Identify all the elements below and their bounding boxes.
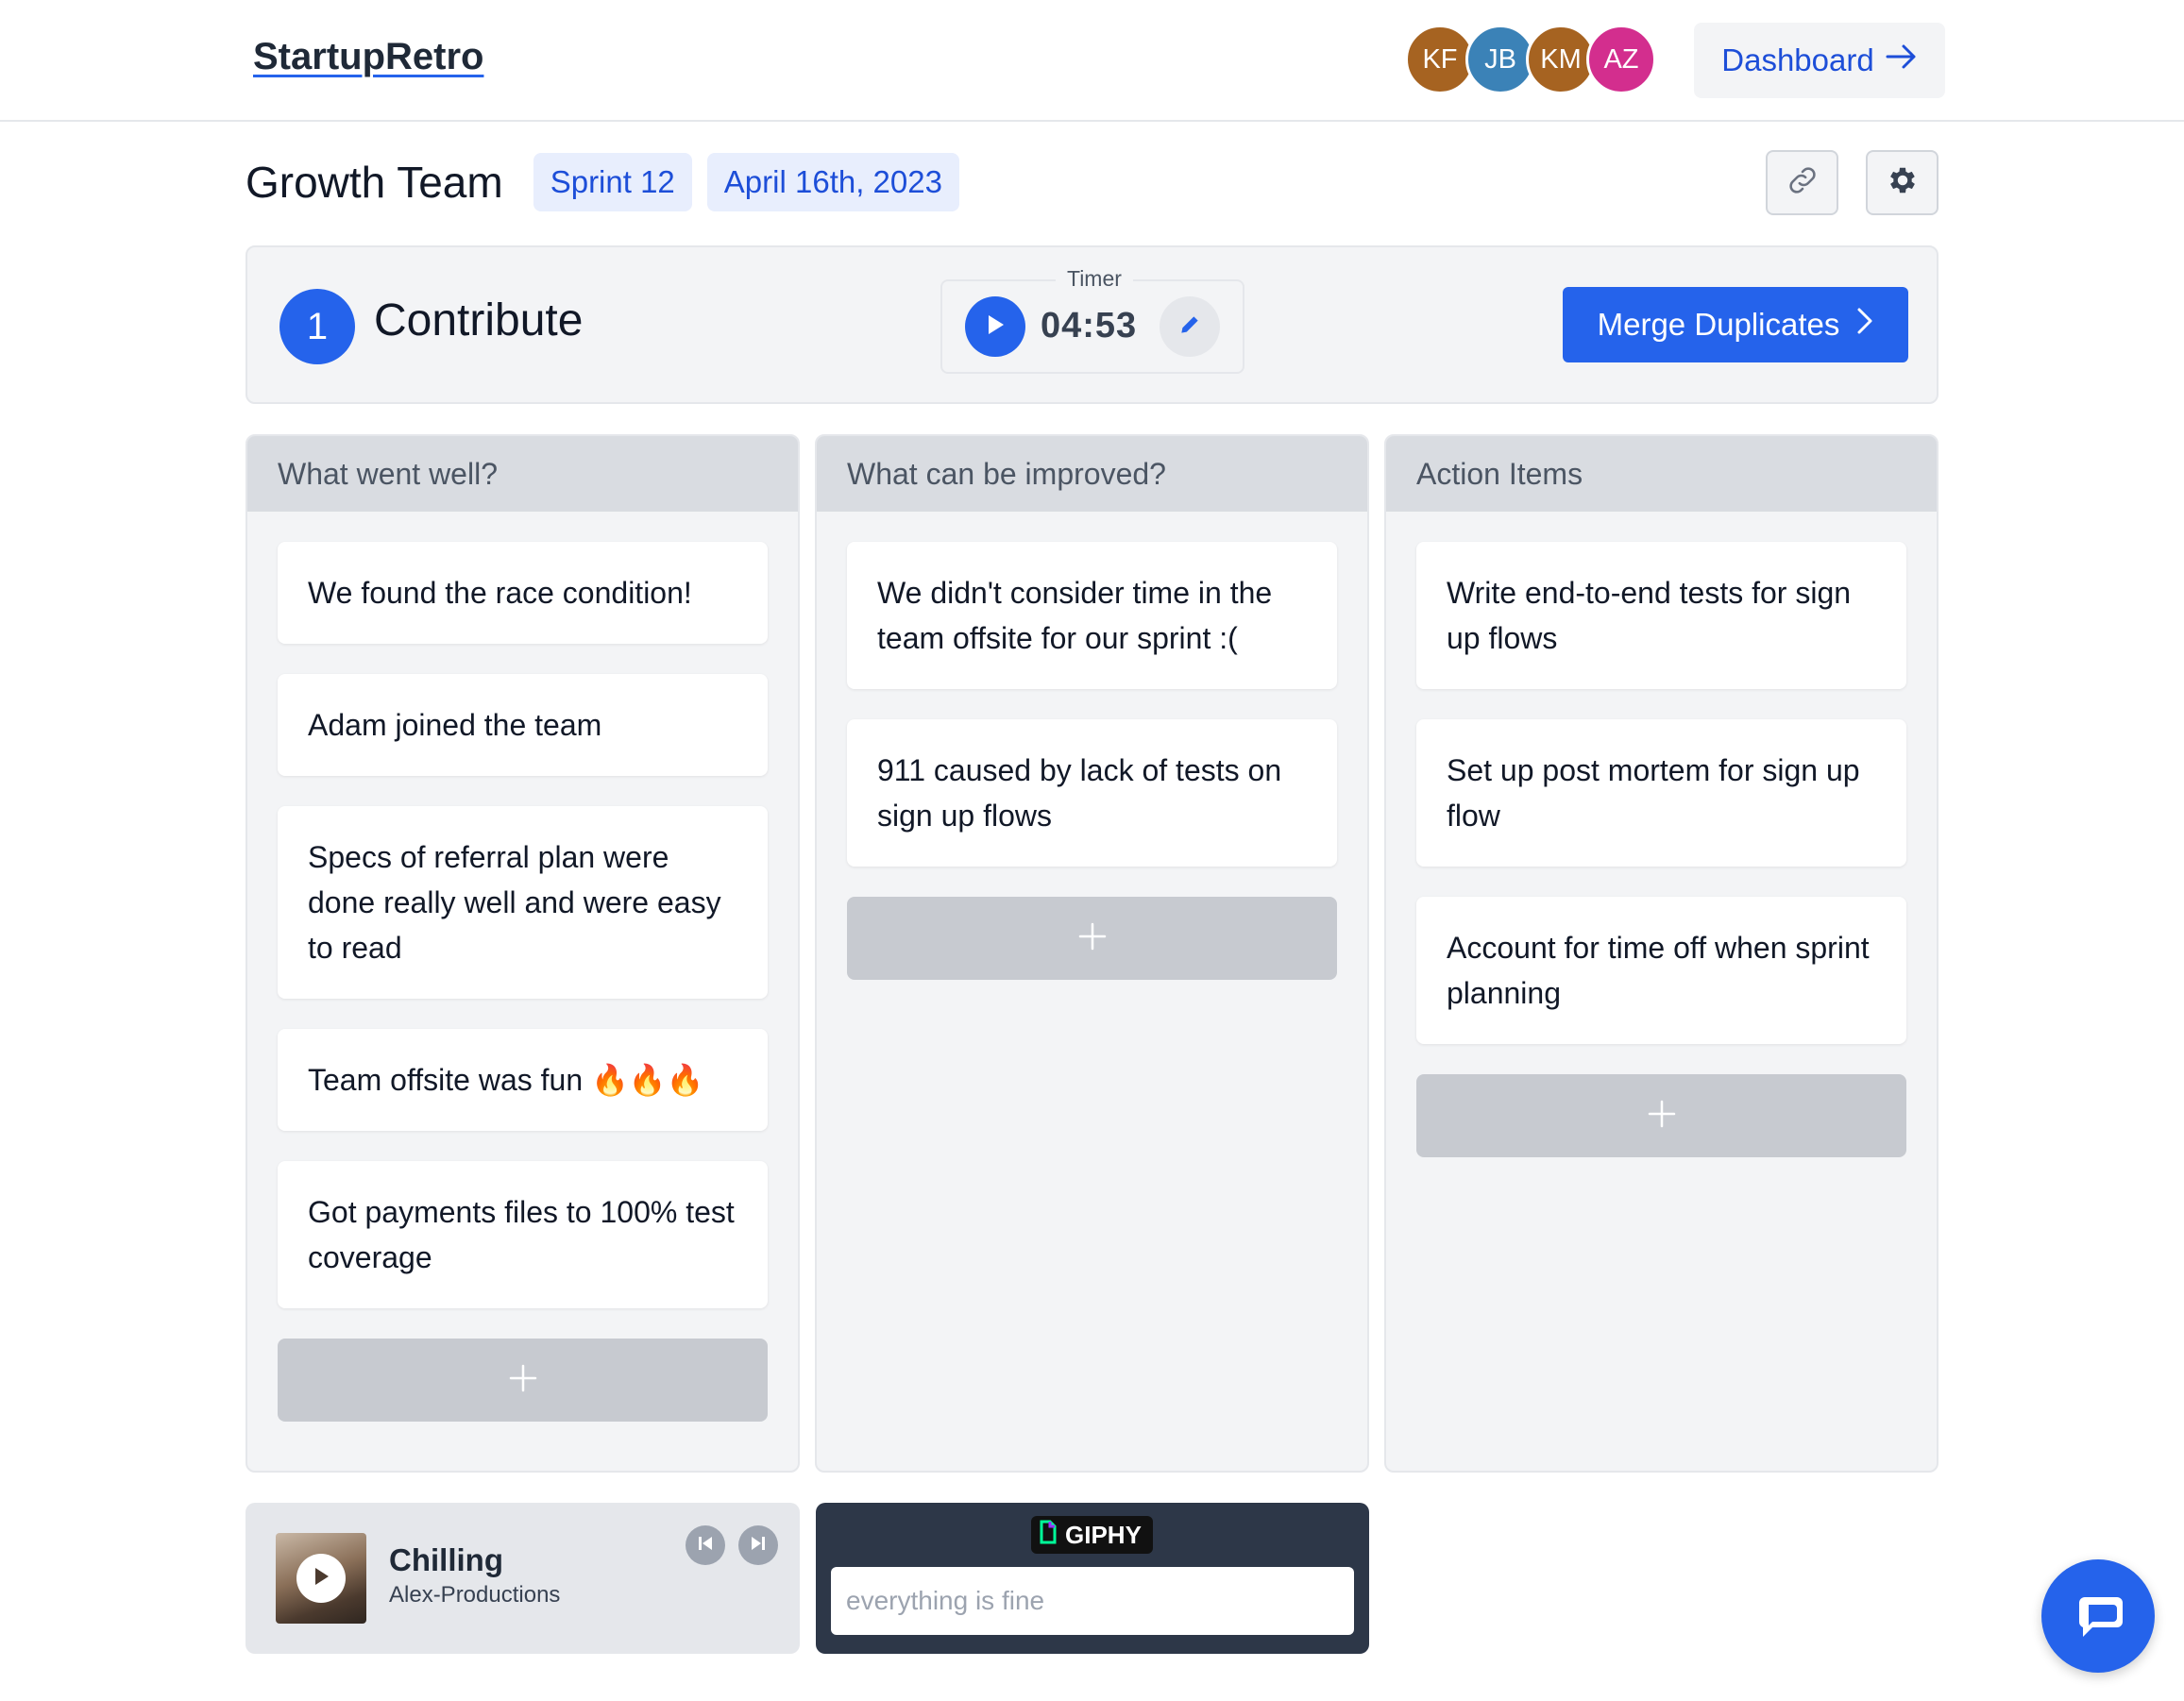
column-went-well: What went well? We found the race condit…: [245, 434, 800, 1473]
avatar: KM: [1526, 25, 1596, 94]
add-card-button[interactable]: [1416, 1074, 1906, 1157]
next-track-button[interactable]: [738, 1525, 778, 1565]
music-player: Chilling Alex-Productions: [245, 1503, 800, 1654]
board-title-row: Growth Team Sprint 12 April 16th, 2023: [245, 151, 959, 213]
track-artist: Alex-Productions: [389, 1582, 561, 1608]
avatar: JB: [1465, 25, 1535, 94]
sprint-badge: Sprint 12: [533, 153, 692, 211]
album-art: [276, 1533, 366, 1624]
retro-card[interactable]: Team offsite was fun 🔥🔥🔥: [278, 1029, 768, 1131]
retro-card[interactable]: Write end-to-end tests for sign up flows: [1416, 542, 1906, 689]
retro-card[interactable]: Specs of referral plan were done really …: [278, 806, 768, 999]
date-badge: April 16th, 2023: [706, 153, 959, 211]
retro-card[interactable]: Got payments files to 100% test coverage: [278, 1161, 768, 1308]
arrow-right-icon: [1886, 42, 1918, 78]
retro-card[interactable]: We didn't consider time in the team offs…: [847, 542, 1337, 689]
stage-title: Contribute: [374, 295, 584, 345]
track-title: Chilling: [389, 1542, 503, 1577]
link-icon: [1785, 162, 1820, 203]
add-card-button[interactable]: [847, 897, 1337, 980]
merge-duplicates-button[interactable]: Merge Duplicates: [1563, 287, 1908, 362]
merge-duplicates-label: Merge Duplicates: [1597, 307, 1840, 342]
team-name: Growth Team: [245, 158, 503, 207]
skip-back-icon: [695, 1533, 716, 1558]
column-improve: What can be improved? We didn't consider…: [815, 434, 1369, 1473]
chevron-right-icon: [1856, 307, 1873, 343]
avatar: KF: [1405, 25, 1475, 94]
chat-icon: [2068, 1584, 2128, 1649]
dashboard-button-label: Dashboard: [1721, 42, 1874, 77]
dashboard-button[interactable]: Dashboard: [1694, 23, 1945, 98]
giphy-logo: GIPHY: [1031, 1516, 1153, 1554]
app-logo[interactable]: StartupRetro: [253, 36, 483, 78]
top-nav-bar: StartupRetro KF JB KM AZ Dashboard: [0, 0, 2184, 122]
giphy-search-input[interactable]: [831, 1567, 1354, 1635]
copy-link-button[interactable]: [1766, 150, 1838, 215]
retro-card[interactable]: 911 caused by lack of tests on sign up f…: [847, 719, 1337, 867]
timer-label: Timer: [1056, 266, 1133, 292]
retro-card[interactable]: We found the race condition!: [278, 542, 768, 644]
participant-avatars: KF JB KM AZ: [1405, 25, 1656, 94]
plus-icon: [1647, 1099, 1677, 1134]
plus-icon: [1077, 921, 1108, 956]
plus-icon: [508, 1363, 538, 1398]
timer-play-button[interactable]: [965, 296, 1025, 357]
stage-number: 1: [279, 289, 355, 364]
retro-card[interactable]: Account for time off when sprint plannin…: [1416, 897, 1906, 1044]
timer: Timer 04:53: [940, 266, 1244, 374]
play-icon: [311, 1565, 331, 1592]
chat-widget-button[interactable]: [2041, 1559, 2155, 1673]
music-play-button[interactable]: [296, 1554, 346, 1603]
pencil-icon: [1177, 312, 1202, 342]
skip-forward-icon: [748, 1533, 769, 1558]
avatar: AZ: [1586, 25, 1656, 94]
column-title: What went well?: [247, 436, 798, 512]
column-action-items: Action Items Write end-to-end tests for …: [1384, 434, 1939, 1473]
edit-timer-button[interactable]: [1160, 296, 1220, 357]
gear-icon: [1886, 163, 1920, 202]
settings-button[interactable]: [1866, 150, 1939, 215]
column-title: Action Items: [1386, 436, 1937, 512]
retro-card[interactable]: Set up post mortem for sign up flow: [1416, 719, 1906, 867]
column-title: What can be improved?: [817, 436, 1367, 512]
previous-track-button[interactable]: [686, 1525, 725, 1565]
timer-value: 04:53: [1041, 306, 1138, 345]
giphy-icon: [1039, 1520, 1058, 1551]
retro-card[interactable]: Adam joined the team: [278, 674, 768, 776]
giphy-logo-text: GIPHY: [1065, 1520, 1142, 1549]
add-card-button[interactable]: [278, 1339, 768, 1422]
play-icon: [984, 312, 1007, 342]
stage-bar: 1 Contribute Timer 04:53 Merge Duplicate…: [245, 245, 1939, 404]
giphy-search-panel: GIPHY: [816, 1503, 1369, 1654]
